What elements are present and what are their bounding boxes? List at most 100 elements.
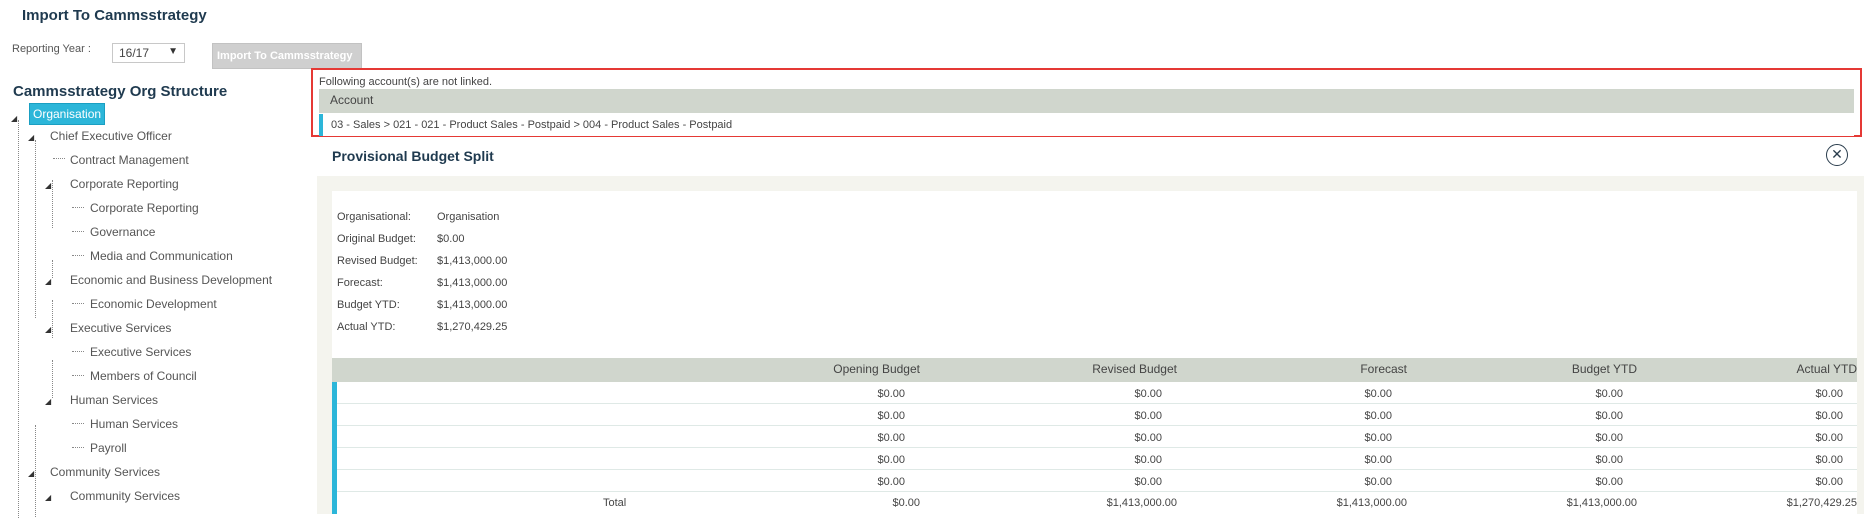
summary-label: Revised Budget: [337, 255, 418, 267]
tree-node-label[interactable]: Members of Council [90, 369, 197, 383]
account-column-header: Account [319, 89, 1854, 113]
tree-node-label[interactable]: Contract Management [70, 153, 189, 167]
table-cell: $0.00 [877, 476, 905, 488]
table-cell: $0.00 [1364, 432, 1392, 444]
table-row[interactable]: $0.00 $0.00 $0.00 $0.00 $0.00 [337, 448, 1857, 470]
tree-collapse-icon[interactable]: ◢ [11, 114, 17, 123]
table-cell: $0.00 [877, 410, 905, 422]
summary-label: Forecast: [337, 277, 383, 289]
table-cell: $0.00 [1364, 476, 1392, 488]
page-title: Import To Cammsstrategy [22, 7, 207, 24]
table-cell: $0.00 [877, 454, 905, 466]
column-header: Actual YTD [1796, 362, 1857, 376]
tree-collapse-icon[interactable]: ◢ [45, 397, 51, 406]
unlinked-accounts-box: Following account(s) are not linked. Acc… [311, 68, 1862, 137]
summary-label: Budget YTD: [337, 299, 400, 311]
table-cell: $0.00 [1595, 432, 1623, 444]
tree-connector [72, 303, 84, 304]
reporting-year-select[interactable]: 16/17 ▼ [112, 43, 185, 63]
tree-node-label[interactable]: Corporate Reporting [90, 201, 199, 215]
table-cell: $0.00 [1134, 476, 1162, 488]
tree-connector [35, 425, 36, 517]
summary-value: $1,413,000.00 [437, 277, 508, 289]
table-cell: $0.00 [1134, 388, 1162, 400]
table-row[interactable]: $0.00 $0.00 $0.00 $0.00 $0.00 [337, 382, 1857, 404]
tree-node-label[interactable]: Executive Services [90, 345, 191, 359]
table-body: $0.00 $0.00 $0.00 $0.00 $0.00 $0.00 $0.0… [332, 382, 1857, 514]
tree-connector [18, 120, 19, 518]
tree-node-label[interactable]: Executive Services [70, 321, 171, 335]
tree-node-label[interactable]: Media and Communication [90, 249, 233, 263]
table-cell: $0.00 [1595, 388, 1623, 400]
tree-connector [72, 423, 84, 424]
total-cell: $1,270,429.25 [1786, 497, 1857, 509]
table-cell: $0.00 [1364, 388, 1392, 400]
tree-node-label[interactable]: Organisation [29, 103, 106, 125]
table-cell: $0.00 [1134, 410, 1162, 422]
unlinked-message: Following account(s) are not linked. [319, 76, 493, 88]
total-cell: $1,413,000.00 [1106, 497, 1177, 509]
total-row: Total $0.00 $1,413,000.00 $1,413,000.00 … [337, 492, 1857, 514]
table-cell: $0.00 [1134, 454, 1162, 466]
reporting-year-value: 16/17 [119, 46, 150, 60]
column-header: Forecast [1360, 362, 1407, 376]
tree-connector [52, 360, 53, 398]
total-cell: $1,413,000.00 [1566, 497, 1637, 509]
summary-value: $1,413,000.00 [437, 255, 508, 267]
summary-value: Organisation [437, 211, 500, 223]
tree-connector [35, 140, 36, 318]
tree-collapse-icon[interactable]: ◢ [45, 325, 51, 334]
tree-connector [72, 231, 84, 232]
tree-connector [72, 207, 84, 208]
table-row[interactable]: $0.00 $0.00 $0.00 $0.00 $0.00 [337, 426, 1857, 448]
tree-connector [72, 255, 84, 256]
tree-connector [52, 260, 53, 278]
table-cell: $0.00 [1815, 388, 1843, 400]
table-row[interactable]: $0.00 $0.00 $0.00 $0.00 $0.00 [337, 404, 1857, 426]
tree-collapse-icon[interactable]: ◢ [45, 181, 51, 190]
summary-label: Actual YTD: [337, 321, 396, 333]
summary-value: $1,413,000.00 [437, 299, 508, 311]
tree-collapse-icon[interactable]: ◢ [45, 493, 51, 502]
tree-collapse-icon[interactable]: ◢ [28, 469, 34, 478]
table-header: Opening Budget Revised Budget Forecast B… [332, 358, 1857, 382]
tree-node-label[interactable]: Community Services [70, 489, 180, 503]
table-row[interactable]: $0.00 $0.00 $0.00 $0.00 $0.00 [337, 470, 1857, 492]
tree-node-label[interactable]: Corporate Reporting [70, 177, 179, 191]
tree-node-label[interactable]: Economic Development [90, 297, 217, 311]
tree-connector [52, 180, 53, 228]
tree-connector [53, 158, 65, 159]
budget-split-table: Opening Budget Revised Budget Forecast B… [332, 358, 1857, 514]
tree-node-label[interactable]: Governance [90, 225, 155, 239]
tree-node-label[interactable]: Human Services [90, 417, 178, 431]
tree-node-label[interactable]: Economic and Business Development [70, 273, 272, 287]
tree-collapse-icon[interactable]: ◢ [45, 277, 51, 286]
total-cell: $0.00 [892, 497, 920, 509]
tree-node-label[interactable]: Payroll [90, 441, 127, 455]
summary-label: Organisational: [337, 211, 411, 223]
close-icon[interactable]: ✕ [1826, 144, 1848, 166]
account-row[interactable]: 03 - Sales > 021 - 021 - Product Sales -… [319, 114, 1854, 136]
tree-node-label[interactable]: Community Services [50, 465, 160, 479]
column-header: Revised Budget [1092, 362, 1177, 376]
tree-node-label[interactable]: Human Services [70, 393, 158, 407]
table-cell: $0.00 [877, 388, 905, 400]
column-header: Budget YTD [1571, 362, 1637, 376]
table-cell: $0.00 [1815, 476, 1843, 488]
table-cell: $0.00 [1595, 410, 1623, 422]
table-cell: $0.00 [1815, 432, 1843, 444]
tree-connector [72, 351, 84, 352]
tree-collapse-icon[interactable]: ◢ [28, 133, 34, 142]
tree-node-label[interactable]: Chief Executive Officer [50, 129, 172, 143]
table-cell: $0.00 [1364, 410, 1392, 422]
summary-value: $1,270,429.25 [437, 321, 508, 333]
provisional-budget-title: Provisional Budget Split [332, 148, 494, 164]
import-button[interactable]: Import To Cammsstrategy [212, 43, 362, 69]
table-cell: $0.00 [1595, 476, 1623, 488]
org-structure-title: Cammsstrategy Org Structure [13, 83, 228, 100]
column-header: Opening Budget [833, 362, 920, 376]
table-cell: $0.00 [1595, 454, 1623, 466]
chevron-down-icon: ▼ [168, 46, 178, 57]
total-label: Total [603, 497, 627, 509]
tree-connector [72, 375, 84, 376]
